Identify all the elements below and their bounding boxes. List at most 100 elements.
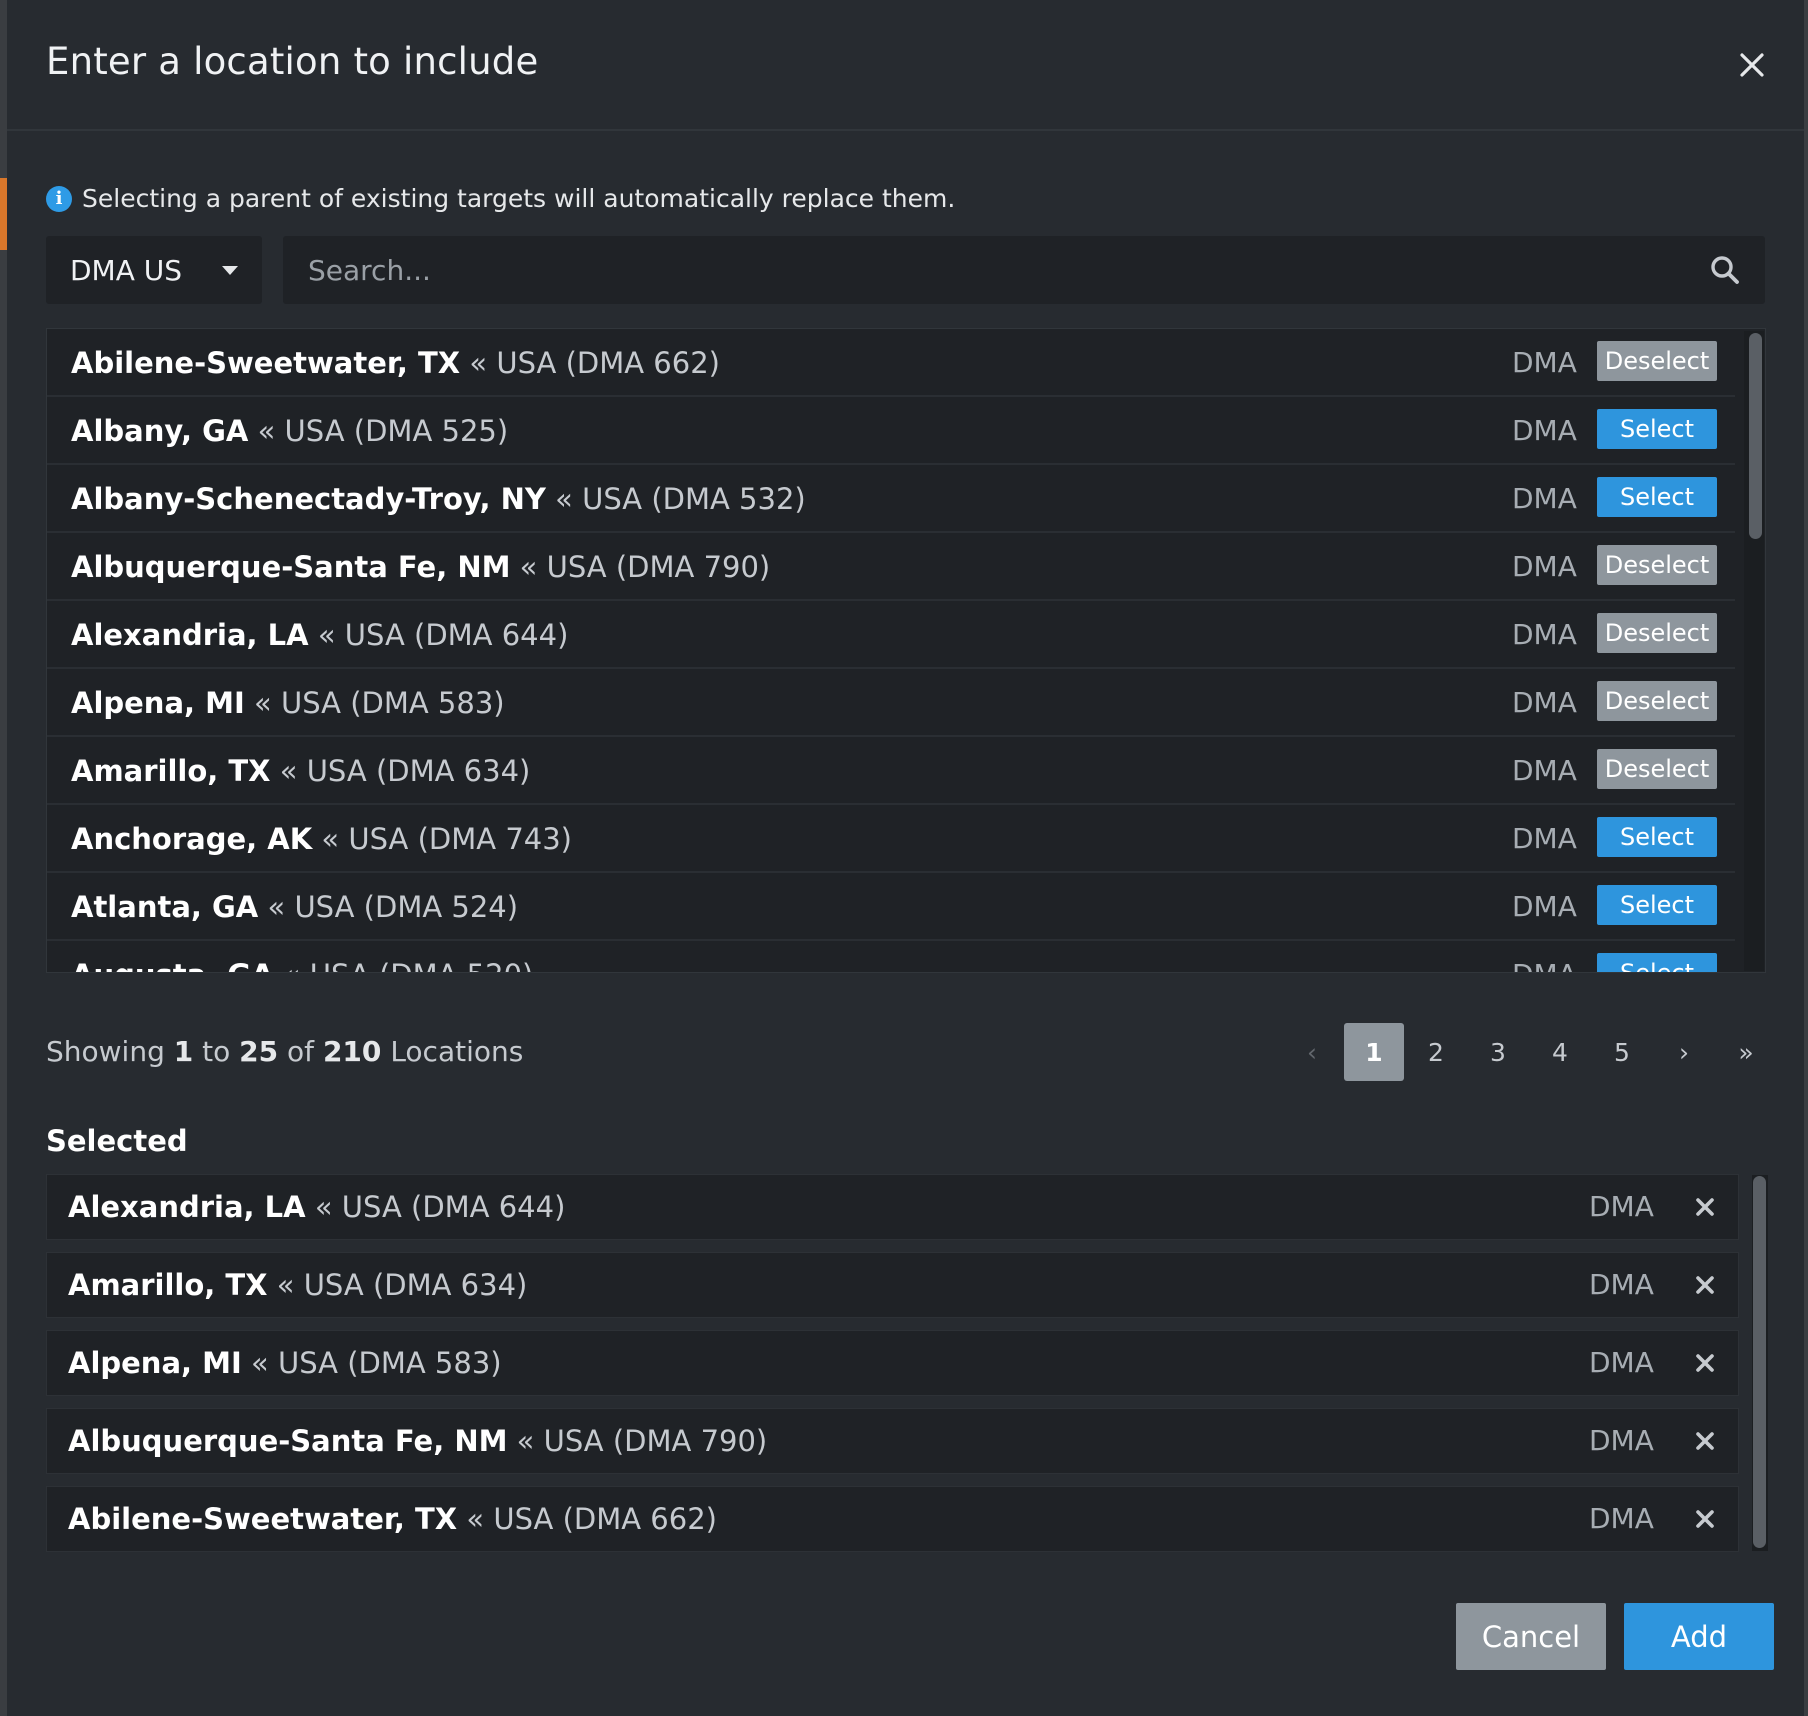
selected-row: Albuquerque-Santa Fe, NM « USA (DMA 790)… <box>46 1408 1739 1474</box>
last-page-button[interactable]: » <box>1716 1023 1776 1081</box>
info-message: i Selecting a parent of existing targets… <box>46 184 955 213</box>
location-type: DMA <box>1512 346 1577 379</box>
deselect-button[interactable]: Deselect <box>1597 681 1717 721</box>
dropdown-selected-value: DMA US <box>70 253 183 287</box>
location-parent: « USA (DMA 662) <box>466 1502 717 1536</box>
add-button[interactable]: Add <box>1624 1603 1774 1670</box>
deselect-button[interactable]: Deselect <box>1597 341 1717 381</box>
page-button-4[interactable]: 4 <box>1530 1023 1590 1081</box>
location-type: DMA <box>1512 941 1577 972</box>
location-name: Augusta, GA <box>71 958 274 972</box>
result-row: Abilene-Sweetwater, TX « USA (DMA 662) DM… <box>47 329 1735 397</box>
dialog-title: Enter a location to include <box>46 40 539 83</box>
close-icon <box>1740 53 1764 77</box>
result-name: Albany-Schenectady-Troy, NY « USA (DMA 5… <box>71 465 806 533</box>
location-parent: « USA (DMA 520) <box>283 958 534 972</box>
result-name: Alexandria, LA « USA (DMA 644) <box>71 601 568 669</box>
location-type-dropdown[interactable]: DMA US <box>46 236 262 304</box>
deselect-button[interactable]: Deselect <box>1597 749 1717 789</box>
remove-x-icon[interactable] <box>1693 1507 1717 1531</box>
next-page-button[interactable]: › <box>1654 1023 1714 1081</box>
cancel-button[interactable]: Cancel <box>1456 1603 1606 1670</box>
page-backdrop-right <box>1804 0 1808 1716</box>
location-type: DMA <box>1589 1190 1654 1223</box>
deselect-button[interactable]: Deselect <box>1597 613 1717 653</box>
selected-row: Abilene-Sweetwater, TX « USA (DMA 662) DM… <box>46 1486 1739 1552</box>
selected-name: Albuquerque-Santa Fe, NM « USA (DMA 790) <box>68 1409 767 1473</box>
result-row: Albuquerque-Santa Fe, NM « USA (DMA 790)… <box>47 533 1735 601</box>
results-scrollbar-thumb[interactable] <box>1749 333 1762 539</box>
result-name: Albany, GA « USA (DMA 525) <box>71 397 508 465</box>
result-row: Albany, GA « USA (DMA 525) DMA Select <box>47 397 1735 465</box>
selected-name: Alpena, MI « USA (DMA 583) <box>68 1331 502 1395</box>
location-parent: « USA (DMA 634) <box>276 1268 528 1302</box>
page-button-3[interactable]: 3 <box>1468 1023 1528 1081</box>
results-list: Abilene-Sweetwater, TX « USA (DMA 662) DM… <box>46 328 1766 973</box>
pagination: ‹ 1 2 3 4 5 ›» <box>1282 1023 1778 1081</box>
location-type: DMA <box>1589 1502 1654 1535</box>
location-name: Albany, GA <box>71 414 249 448</box>
result-row: Alpena, MI « USA (DMA 583) DMA Deselect <box>47 669 1735 737</box>
summary-to-word: to <box>202 1035 231 1068</box>
summary-from: 1 <box>173 1035 194 1068</box>
location-parent: « USA (DMA 644) <box>317 618 569 652</box>
search-box <box>283 236 1765 304</box>
location-parent: « USA (DMA 634) <box>279 754 531 788</box>
remove-x-icon[interactable] <box>1693 1195 1717 1219</box>
backdrop-accent <box>0 178 7 250</box>
info-icon: i <box>46 185 72 212</box>
result-name: Anchorage, AK « USA (DMA 743) <box>71 805 572 873</box>
close-button[interactable] <box>1732 45 1772 85</box>
deselect-button[interactable]: Deselect <box>1597 545 1717 585</box>
selected-row: Alpena, MI « USA (DMA 583) DMA <box>46 1330 1739 1396</box>
page-button-5[interactable]: 5 <box>1592 1023 1652 1081</box>
remove-x-icon[interactable] <box>1693 1429 1717 1453</box>
remove-x-icon[interactable] <box>1693 1273 1717 1297</box>
location-name: Alpena, MI <box>68 1346 242 1380</box>
selected-list: Alexandria, LA « USA (DMA 644) DMA Amarill… <box>46 1174 1768 1554</box>
select-button[interactable]: Select <box>1597 885 1717 925</box>
location-type: DMA <box>1589 1268 1654 1301</box>
location-type: DMA <box>1512 414 1577 447</box>
location-type: DMA <box>1589 1424 1654 1457</box>
select-button[interactable]: Select <box>1597 409 1717 449</box>
location-name: Albuquerque-Santa Fe, NM <box>68 1424 508 1458</box>
location-parent: « USA (DMA 644) <box>314 1190 566 1224</box>
page-button-1[interactable]: 1 <box>1344 1023 1404 1081</box>
page-button-2[interactable]: 2 <box>1406 1023 1466 1081</box>
search-icon[interactable] <box>1709 254 1741 286</box>
selected-name: Amarillo, TX « USA (DMA 634) <box>68 1253 527 1317</box>
results-summary: Showing 1 to 25 of 210 Locations <box>46 1035 523 1068</box>
summary-of-word: of <box>287 1035 315 1068</box>
location-name: Amarillo, TX <box>68 1268 268 1302</box>
select-button[interactable]: Select <box>1597 953 1717 972</box>
dialog-header: Enter a location to include <box>7 0 1804 131</box>
location-name: Alexandria, LA <box>68 1190 306 1224</box>
location-name: Alexandria, LA <box>71 618 309 652</box>
search-input[interactable] <box>283 236 1683 304</box>
select-button[interactable]: Select <box>1597 817 1717 857</box>
prev-page-button[interactable]: ‹ <box>1282 1023 1342 1081</box>
location-type: DMA <box>1512 754 1577 787</box>
result-name: Abilene-Sweetwater, TX « USA (DMA 662) <box>71 329 720 397</box>
location-type: DMA <box>1512 686 1577 719</box>
location-parent: « USA (DMA 790) <box>519 550 771 584</box>
location-name: Amarillo, TX <box>71 754 271 788</box>
select-button[interactable]: Select <box>1597 477 1717 517</box>
caret-down-icon <box>222 266 238 275</box>
selected-scrollbar-thumb[interactable] <box>1753 1176 1766 1548</box>
remove-x-icon[interactable] <box>1693 1351 1717 1375</box>
location-name: Atlanta, GA <box>71 890 259 924</box>
location-parent: « USA (DMA 583) <box>254 686 505 720</box>
location-include-dialog: Enter a location to include i Selecting … <box>7 0 1804 1716</box>
location-parent: « USA (DMA 662) <box>469 346 720 380</box>
result-name: Albuquerque-Santa Fe, NM « USA (DMA 790) <box>71 533 770 601</box>
result-row: Augusta, GA « USA (DMA 520) DMA Select <box>47 941 1735 972</box>
summary-suffix: Locations <box>390 1035 524 1068</box>
location-type: DMA <box>1512 618 1577 651</box>
result-row: Alexandria, LA « USA (DMA 644) DMA Deselec… <box>47 601 1735 669</box>
info-text: Selecting a parent of existing targets w… <box>82 184 956 213</box>
result-row: Amarillo, TX « USA (DMA 634) DMA Deselect <box>47 737 1735 805</box>
location-parent: « USA (DMA 790) <box>516 1424 768 1458</box>
page-backdrop-left <box>0 0 7 1716</box>
